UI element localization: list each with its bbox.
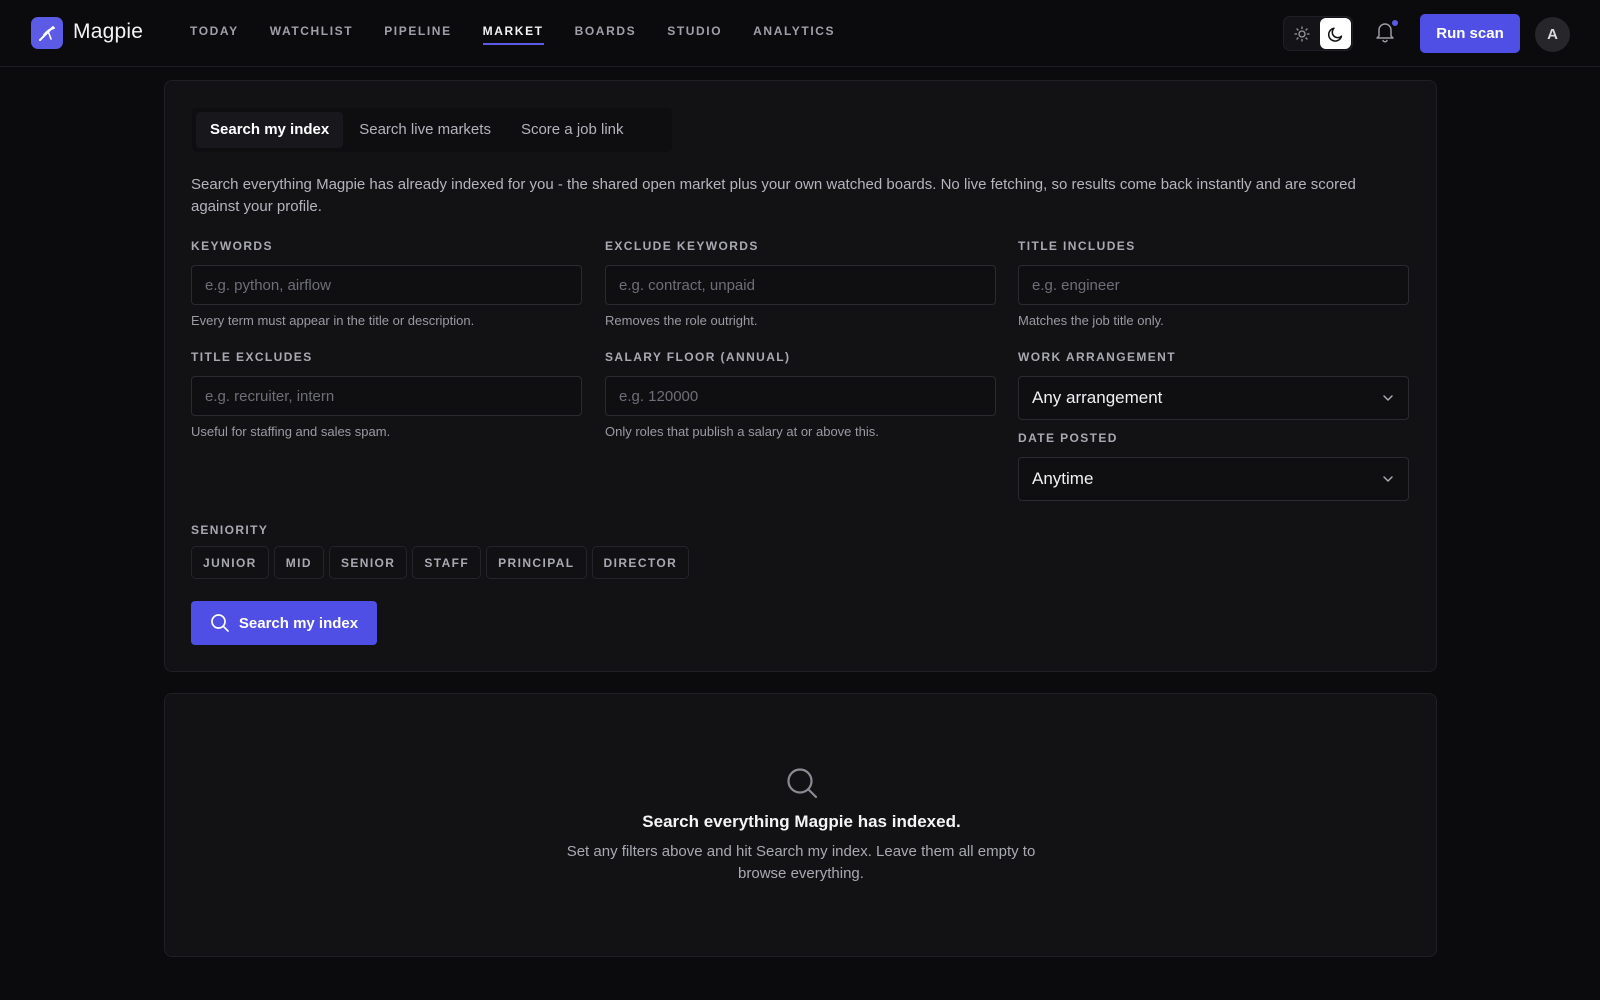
tab-search-my-index[interactable]: Search my index [196, 112, 344, 148]
results-empty-state: Search everything Magpie has indexed. Se… [164, 693, 1437, 957]
seniority-chip-senior[interactable]: SENIOR [328, 546, 408, 579]
empty-state-title: Search everything Magpie has indexed. [642, 812, 961, 831]
notification-dot [1391, 19, 1399, 27]
notifications-bell-icon[interactable] [1374, 19, 1400, 46]
theme-toggle [1283, 16, 1353, 51]
nav-item-today[interactable]: TODAY [190, 24, 239, 45]
empty-state-text: Set any filters above and hit Search my … [566, 843, 1036, 882]
seniority-chip-junior[interactable]: JUNIOR [191, 546, 269, 579]
magpie-logo-icon[interactable] [31, 17, 63, 49]
title-includes-input[interactable] [1018, 265, 1409, 305]
nav-item-boards[interactable]: BOARDS [575, 24, 637, 45]
salary-floor-input[interactable] [605, 376, 996, 416]
search-panel: Search my index Search live markets Scor… [164, 80, 1437, 672]
exclude-keywords-label: EXCLUDE KEYWORDS [605, 239, 759, 253]
date-posted-label: DATE POSTED [1018, 431, 1118, 445]
chevron-down-icon [1383, 395, 1393, 401]
exclude-keywords-field: EXCLUDE KEYWORDS Removes the role outrig… [605, 239, 996, 328]
dark-mode-moon-icon[interactable] [1320, 18, 1351, 49]
salary-floor-label: SALARY FLOOR (ANNUAL) [605, 350, 791, 364]
nav-item-analytics[interactable]: ANALYTICS [753, 24, 835, 45]
seniority-chip-director[interactable]: DIRECTOR [591, 546, 690, 579]
seniority-chip-staff[interactable]: STAFF [412, 546, 482, 579]
date-posted-value: Anytime [1032, 469, 1094, 488]
title-excludes-label: TITLE EXCLUDES [191, 350, 313, 364]
title-excludes-input[interactable] [191, 376, 582, 416]
work-arrangement-field: WORK ARRANGEMENT Any arrangement [1018, 350, 1409, 420]
search-intro-text: Search everything Magpie has already ind… [191, 176, 1356, 215]
seniority-chip-principal[interactable]: PRINCIPAL [486, 546, 587, 579]
chevron-down-icon [1383, 476, 1393, 482]
user-avatar[interactable]: A [1535, 17, 1570, 52]
date-posted-field: DATE POSTED Anytime [1018, 431, 1409, 501]
work-arrangement-select[interactable]: Any arrangement [1018, 376, 1409, 420]
date-posted-select[interactable]: Anytime [1018, 457, 1409, 501]
search-icon [787, 768, 818, 799]
keywords-field: KEYWORDS Every term must appear in the t… [191, 239, 582, 328]
seniority-chip-mid[interactable]: MID [273, 546, 324, 579]
search-mode-tabs: Search my index Search live markets Scor… [192, 108, 672, 152]
light-mode-sun-icon[interactable] [1288, 20, 1316, 48]
title-includes-field: TITLE INCLUDES Matches the job title onl… [1018, 239, 1409, 328]
nav-item-studio[interactable]: STUDIO [667, 24, 722, 45]
run-scan-button[interactable]: Run scan [1420, 14, 1520, 53]
keywords-input[interactable] [191, 265, 582, 305]
top-bar: Magpie TODAY WATCHLIST PIPELINE MARKET B… [0, 0, 1600, 67]
title-includes-label: TITLE INCLUDES [1018, 239, 1136, 253]
search-button-label: Search my index [238, 614, 359, 632]
title-includes-help: Matches the job title only. [1018, 313, 1164, 328]
main-nav: TODAY WATCHLIST PIPELINE MARKET BOARDS S… [190, 24, 866, 45]
exclude-keywords-help: Removes the role outright. [605, 313, 758, 328]
title-excludes-help: Useful for staffing and sales spam. [191, 424, 391, 439]
search-icon [211, 614, 229, 632]
search-my-index-button[interactable]: Search my index [191, 601, 377, 645]
keywords-help: Every term must appear in the title or d… [191, 313, 475, 328]
tab-score-job-link[interactable]: Score a job link [507, 112, 638, 148]
seniority-label: SENIORITY [191, 523, 269, 537]
nav-item-market[interactable]: MARKET [482, 24, 544, 45]
work-arrangement-value: Any arrangement [1032, 388, 1163, 407]
seniority-chips: JUNIOR MID SENIOR STAFF PRINCIPAL DIRECT… [191, 546, 690, 579]
nav-item-pipeline[interactable]: PIPELINE [384, 24, 451, 45]
title-excludes-field: TITLE EXCLUDES Useful for staffing and s… [191, 350, 582, 439]
keywords-label: KEYWORDS [191, 239, 273, 253]
app-name[interactable]: Magpie [73, 20, 143, 44]
nav-item-watchlist[interactable]: WATCHLIST [270, 24, 354, 45]
salary-floor-help: Only roles that publish a salary at or a… [605, 424, 879, 439]
work-arrangement-label: WORK ARRANGEMENT [1018, 350, 1176, 364]
exclude-keywords-input[interactable] [605, 265, 996, 305]
tab-search-live-markets[interactable]: Search live markets [345, 112, 505, 148]
salary-floor-field: SALARY FLOOR (ANNUAL) Only roles that pu… [605, 350, 996, 439]
